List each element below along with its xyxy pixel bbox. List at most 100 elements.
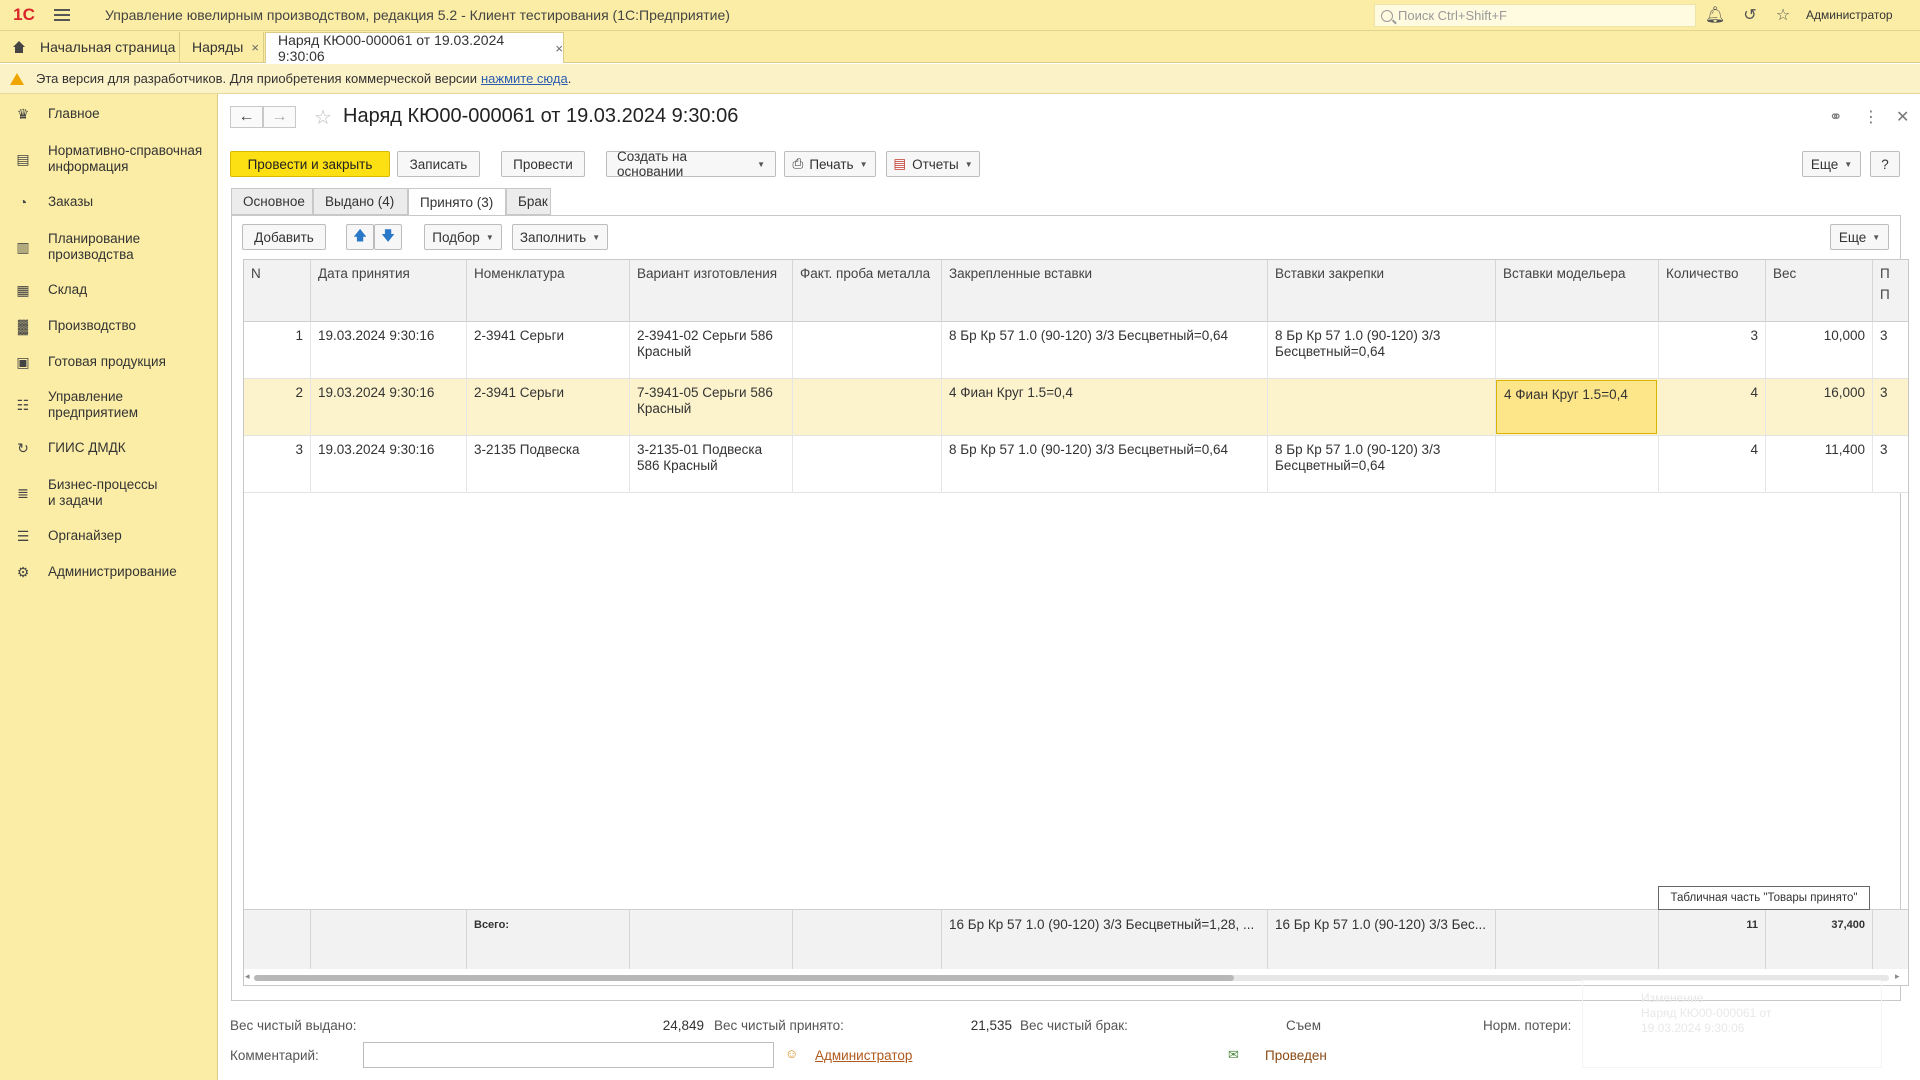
cell-modeler-inserts-active[interactable]: 4 Фиан Круг 1.5=0,4 <box>1496 380 1657 434</box>
favorite-star-icon[interactable]: ☆ <box>314 105 332 130</box>
fill-button[interactable]: Заполнить ▼ <box>512 224 608 250</box>
column-header[interactable]: Вставки модельера <box>1496 260 1659 322</box>
history-icon[interactable]: ↺ <box>1740 5 1760 25</box>
column-header[interactable]: N <box>244 260 311 322</box>
column-header-line: П <box>1880 266 1890 281</box>
create-based-on-button[interactable]: Создать на основании ▼ <box>606 149 776 179</box>
page-title: Наряд КЮ00-000061 от 19.03.2024 9:30:06 <box>343 105 739 127</box>
link-icon[interactable]: ⚭ <box>1829 107 1842 127</box>
book-icon: ▤ <box>16 151 30 167</box>
crown-icon: ♛ <box>16 106 30 122</box>
sidebar-item-warehouse[interactable]: ▦ Склад <box>0 280 218 300</box>
tab-main[interactable]: Основное <box>231 188 313 215</box>
close-icon[interactable]: × <box>251 40 259 55</box>
move-up-button[interactable]: 🡅︎ <box>346 224 374 250</box>
sidebar-item-main[interactable]: ♛ Главное <box>0 104 218 124</box>
sidebar: ♛ Главное ▤ Нормативно-справочная информ… <box>0 94 218 1080</box>
column-header[interactable]: Закрепленные вставки <box>942 260 1268 322</box>
tab-issued[interactable]: Выдано (4) <box>313 188 408 215</box>
current-user[interactable]: Администратор <box>1806 8 1893 22</box>
search-placeholder: Поиск Ctrl+Shift+F <box>1398 8 1507 23</box>
close-icon[interactable]: × <box>555 41 563 56</box>
column-header[interactable]: Номенклатура <box>467 260 630 322</box>
scroll-left-icon[interactable]: ◂ <box>245 971 250 982</box>
cell-probe <box>793 436 942 493</box>
tab-current-document[interactable]: Наряд КЮ00-000061 от 19.03.2024 9:30:06 … <box>265 32 564 64</box>
net-issued-label: Вес чистый выдано: <box>230 1018 357 1033</box>
reports-button[interactable]: ▤ Отчеты ▼ <box>886 151 980 177</box>
column-header[interactable]: Факт. проба металла <box>793 260 942 322</box>
sidebar-item-reference[interactable]: ▤ Нормативно-справочная информация <box>0 142 218 176</box>
pick-button[interactable]: Подбор ▼ <box>424 224 502 250</box>
more-label: Еще <box>1810 156 1839 172</box>
help-button[interactable]: ? <box>1870 151 1900 177</box>
tab-defect[interactable]: Брак <box>506 188 551 215</box>
notification-popup: Изменение Наряд КЮ00-000061 от 19.03.202… <box>1582 980 1882 1068</box>
purchase-link[interactable]: нажмите сюда <box>481 71 568 86</box>
forward-button[interactable]: → <box>263 106 296 128</box>
chevron-down-icon: ▼ <box>485 232 494 242</box>
more-vertical-icon[interactable]: ⋮ <box>1863 107 1879 127</box>
sidebar-item-finished-goods[interactable]: ▣ Готовая продукция <box>0 352 218 372</box>
more-button[interactable]: Еще ▼ <box>1802 151 1861 177</box>
move-down-button[interactable]: 🡇︎ <box>374 224 402 250</box>
back-button[interactable]: ← <box>230 106 263 128</box>
post-and-close-button[interactable]: Провести и закрыть <box>230 151 390 177</box>
sidebar-item-business[interactable]: ≣ Бизнес-процессы и задачи <box>0 476 218 510</box>
cell-extra: 3 <box>1873 436 1908 493</box>
chevron-down-icon: ▼ <box>1844 159 1853 169</box>
notice-tail: . <box>567 71 572 86</box>
add-row-button[interactable]: Добавить <box>242 224 326 250</box>
pick-label: Подбор <box>432 229 480 245</box>
scroll-thumb[interactable] <box>254 975 1234 981</box>
refresh-icon: ↻ <box>17 440 29 456</box>
print-button[interactable]: ⎙ Печать ▼ <box>784 151 876 177</box>
column-header[interactable]: П П <box>1873 260 1908 322</box>
fill-label: Заполнить <box>519 229 587 245</box>
sidebar-item-enterprise[interactable]: ☷ Управление предприятием <box>0 388 218 422</box>
bell-icon[interactable]: 🔔︎ <box>1705 5 1725 25</box>
post-button[interactable]: Провести <box>501 151 585 177</box>
sidebar-item-planning[interactable]: ▥ Планирование производства <box>0 230 218 264</box>
arrow-up-icon: 🡅︎ <box>353 227 367 243</box>
list-icon: ☰ <box>16 528 30 544</box>
main-menu-icon[interactable] <box>54 0 80 31</box>
close-icon[interactable]: ✕ <box>1896 107 1909 127</box>
table-row-selected[interactable]: 2 19.03.2024 9:30:16 2-3941 Серьги 7-394… <box>244 379 1908 436</box>
open-tabs-bar: Начальная страница Наряды × Наряд КЮ00-0… <box>0 31 1920 64</box>
tab-received[interactable]: Принято (3) <box>408 188 506 216</box>
sidebar-item-production[interactable]: ▓ Производство <box>0 316 218 336</box>
search-input[interactable]: Поиск Ctrl+Shift+F <box>1374 4 1696 27</box>
sidebar-item-giis[interactable]: ↻ ГИИС ДМДК <box>0 438 218 458</box>
sidebar-item-admin[interactable]: ⚙ Администрирование <box>0 562 218 582</box>
tab-orders[interactable]: Наряды × <box>180 32 264 62</box>
column-header[interactable]: Вставки закрепки <box>1268 260 1496 322</box>
posted-status-icon: ✉ <box>1228 1047 1239 1062</box>
author-link[interactable]: Администратор <box>815 1048 912 1063</box>
cell-item: 3-2135 Подвеска <box>467 436 630 493</box>
column-header[interactable]: Вес <box>1766 260 1873 322</box>
sidebar-item-label: Планирование производства <box>48 231 141 262</box>
cell-date: 19.03.2024 9:30:16 <box>311 322 467 379</box>
comment-input[interactable] <box>363 1042 774 1068</box>
cell-variant: 7-3941-05 Серьги 586 Красный <box>630 379 793 436</box>
favorites-star-icon[interactable]: ☆ <box>1773 5 1793 25</box>
tab-home[interactable]: Начальная страница <box>0 32 180 62</box>
save-button[interactable]: Записать <box>397 151 480 177</box>
sidebar-item-orders[interactable]: ◔ Заказы <box>0 192 218 212</box>
table-row[interactable]: 3 19.03.2024 9:30:16 3-2135 Подвеска 3-2… <box>244 436 1908 493</box>
column-header[interactable]: Количество <box>1659 260 1766 322</box>
more-label: Еще <box>1838 229 1867 245</box>
goods-received-table[interactable]: N Дата принятия Номенклатура Вариант изг… <box>243 259 1909 986</box>
tasks-icon: ≣ <box>17 485 29 501</box>
column-header[interactable]: Вариант изготовления <box>630 260 793 322</box>
scroll-right-icon[interactable]: ▸ <box>1895 971 1900 982</box>
cell-modeler-inserts <box>1496 436 1659 493</box>
sidebar-item-organizer[interactable]: ☰ Органайзер <box>0 526 218 546</box>
column-header[interactable]: Дата принятия <box>311 260 467 322</box>
table-more-button[interactable]: Еще ▼ <box>1830 224 1889 250</box>
chevron-down-icon: ▼ <box>592 232 601 242</box>
table-totals-row: Всего: 16 Бр Кр 57 1.0 (90-120) 3/3 Бесц… <box>244 909 1908 970</box>
org-icon: ☷ <box>16 397 30 413</box>
table-row[interactable]: 1 19.03.2024 9:30:16 2-3941 Серьги 2-394… <box>244 322 1908 379</box>
